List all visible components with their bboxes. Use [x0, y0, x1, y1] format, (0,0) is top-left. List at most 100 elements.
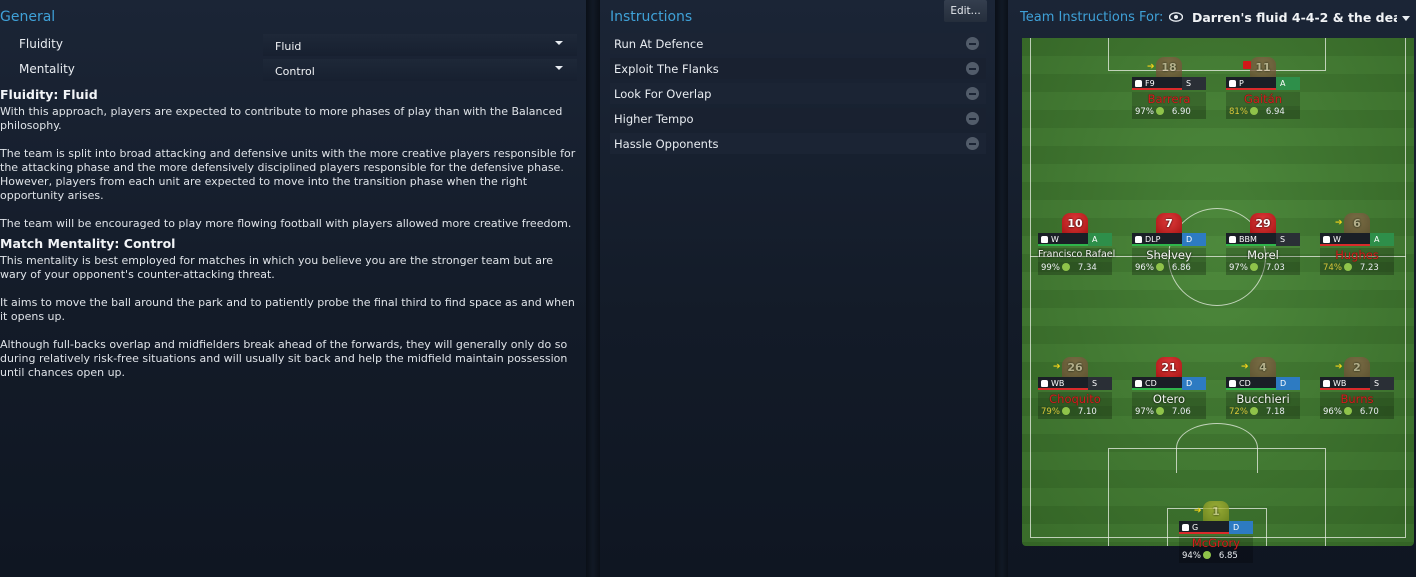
eye-icon[interactable]: [1169, 12, 1183, 22]
player-role[interactable]: WB: [1051, 377, 1084, 390]
player-rating: 7.23: [1359, 263, 1379, 273]
player-card[interactable]: 6 ➔ W A Hughes 74% 7.23: [1320, 213, 1394, 275]
fluidity-paragraph: The team will be encouraged to play more…: [0, 217, 572, 230]
player-card[interactable]: 29 BBM S Morel 97% 7.03: [1226, 213, 1300, 275]
shirt-icon: 26: [1062, 357, 1088, 379]
player-condition: 96%: [1323, 407, 1342, 417]
shirt-small-icon: [1229, 236, 1236, 243]
chevron-down-icon[interactable]: [1402, 16, 1410, 21]
morale-icon: [1155, 407, 1164, 415]
mentality-paragraph: Although full-backs overlap and midfield…: [0, 338, 568, 379]
remove-icon[interactable]: [966, 87, 979, 100]
role-bar[interactable]: BBM S: [1226, 233, 1300, 246]
player-card[interactable]: 21 CD D Otero 97% 7.06: [1132, 357, 1206, 419]
player-stats: 94% 6.85: [1179, 550, 1253, 563]
player-duty[interactable]: S: [1182, 77, 1206, 90]
player-name[interactable]: Otero: [1132, 392, 1206, 406]
player-card[interactable]: 4 ➔ CD D Bucchieri 72% 7.18: [1226, 357, 1300, 419]
player-card[interactable]: 7 DLP D Shelvey 96% 6.86: [1132, 213, 1206, 275]
instruction-item[interactable]: Exploit The Flanks: [610, 58, 986, 79]
instruction-label: Higher Tempo: [614, 112, 694, 126]
role-bar[interactable]: GD: [1179, 521, 1253, 534]
player-stats: 81% 6.94: [1226, 106, 1300, 119]
player-role[interactable]: F9: [1145, 77, 1178, 90]
player-role[interactable]: G: [1192, 521, 1225, 534]
remove-icon[interactable]: [966, 62, 979, 75]
remove-icon[interactable]: [966, 37, 979, 50]
player-name[interactable]: Shelvey: [1132, 248, 1206, 262]
role-bar[interactable]: WB S: [1038, 377, 1112, 390]
role-bar[interactable]: PA: [1226, 77, 1300, 90]
player-duty[interactable]: S: [1276, 233, 1300, 246]
player-rating: 6.86: [1171, 263, 1191, 273]
instruction-item[interactable]: Higher Tempo: [610, 108, 986, 129]
shirt-icon: 1: [1203, 501, 1229, 523]
fluidity-select[interactable]: Fluid: [263, 34, 577, 56]
player-condition: 94%: [1182, 551, 1201, 561]
arrow-icon: ➔: [1241, 362, 1249, 372]
player-condition: 96%: [1135, 263, 1154, 273]
player-card[interactable]: 11 P A Gaitán 81% 6.94: [1226, 57, 1300, 119]
player-card[interactable]: 1 ➔ G D McGrory 94% 6.85: [1179, 501, 1253, 563]
player-card[interactable]: 10 W A Francisco Rafael 99% 7.34: [1038, 213, 1115, 275]
player-role[interactable]: P: [1239, 77, 1272, 90]
player-card[interactable]: 26 ➔ WB S Choquito 79% 7.10: [1038, 357, 1112, 419]
player-rating: 6.94: [1265, 107, 1285, 117]
tactic-select[interactable]: Darren's fluid 4-4-2 & the deadly ...: [1192, 10, 1397, 25]
shirt-small-icon: [1041, 236, 1048, 243]
player-duty[interactable]: S: [1088, 377, 1112, 390]
player-duty[interactable]: D: [1182, 377, 1206, 390]
shirt-small-icon: [1182, 524, 1189, 531]
player-name[interactable]: Morel: [1226, 248, 1300, 262]
player-role[interactable]: W: [1333, 233, 1366, 246]
player-stats: 96% 6.70: [1320, 406, 1394, 419]
player-duty[interactable]: A: [1276, 77, 1300, 90]
player-role[interactable]: WB: [1333, 377, 1366, 390]
role-bar[interactable]: WB S: [1320, 377, 1394, 390]
role-bar[interactable]: CD D: [1226, 377, 1300, 390]
player-name[interactable]: Barrera: [1132, 92, 1206, 106]
mentality-select[interactable]: Control: [263, 59, 577, 81]
remove-icon[interactable]: [966, 112, 979, 125]
player-name[interactable]: Bucchieri: [1226, 392, 1300, 406]
player-name[interactable]: Hughes: [1320, 248, 1394, 262]
player-stats: 96% 6.86: [1132, 262, 1206, 275]
player-duty[interactable]: D: [1229, 521, 1253, 534]
player-name[interactable]: McGrory: [1179, 536, 1253, 550]
remove-icon[interactable]: [966, 137, 979, 150]
player-duty[interactable]: A: [1370, 233, 1394, 246]
tactics-pitch[interactable]: [1022, 38, 1414, 546]
fluidity-heading: Fluidity: Fluid: [0, 87, 98, 102]
role-bar[interactable]: DLP D: [1132, 233, 1206, 246]
instruction-item[interactable]: Hassle Opponents: [610, 133, 986, 154]
player-name[interactable]: Gaitán: [1226, 92, 1300, 106]
role-bar[interactable]: WA: [1038, 233, 1112, 246]
player-role[interactable]: CD: [1145, 377, 1178, 390]
mentality-label: Mentality: [19, 62, 75, 76]
role-bar[interactable]: WA: [1320, 233, 1394, 246]
player-name[interactable]: Choquito: [1038, 392, 1112, 406]
player-stats: 74% 7.23: [1320, 262, 1394, 275]
player-name[interactable]: Francisco Rafael: [1038, 248, 1115, 262]
instruction-item[interactable]: Run At Defence: [610, 33, 986, 54]
player-rating: 6.90: [1171, 107, 1191, 117]
player-card[interactable]: 18 ➔ F9 S Barrera 97% 6.90: [1132, 57, 1206, 119]
player-duty[interactable]: S: [1370, 377, 1394, 390]
player-duty[interactable]: D: [1276, 377, 1300, 390]
player-name[interactable]: Burns: [1320, 392, 1394, 406]
player-role[interactable]: W: [1051, 233, 1084, 246]
player-role[interactable]: CD: [1239, 377, 1272, 390]
instruction-item[interactable]: Look For Overlap: [610, 83, 986, 104]
player-duty[interactable]: D: [1182, 233, 1206, 246]
role-bar[interactable]: CD D: [1132, 377, 1206, 390]
player-card[interactable]: 2 ➔ WB S Burns 96% 6.70: [1320, 357, 1394, 419]
shirt-small-icon: [1323, 380, 1330, 387]
player-condition: 79%: [1041, 407, 1060, 417]
role-bar[interactable]: F9 S: [1132, 77, 1206, 90]
player-duty[interactable]: A: [1088, 233, 1112, 246]
shirt-icon: 10: [1062, 213, 1088, 235]
player-role[interactable]: BBM: [1239, 233, 1272, 246]
edit-instructions-button[interactable]: Edit...: [944, 0, 987, 22]
player-role[interactable]: DLP: [1145, 233, 1178, 246]
player-rating: 7.18: [1265, 407, 1285, 417]
